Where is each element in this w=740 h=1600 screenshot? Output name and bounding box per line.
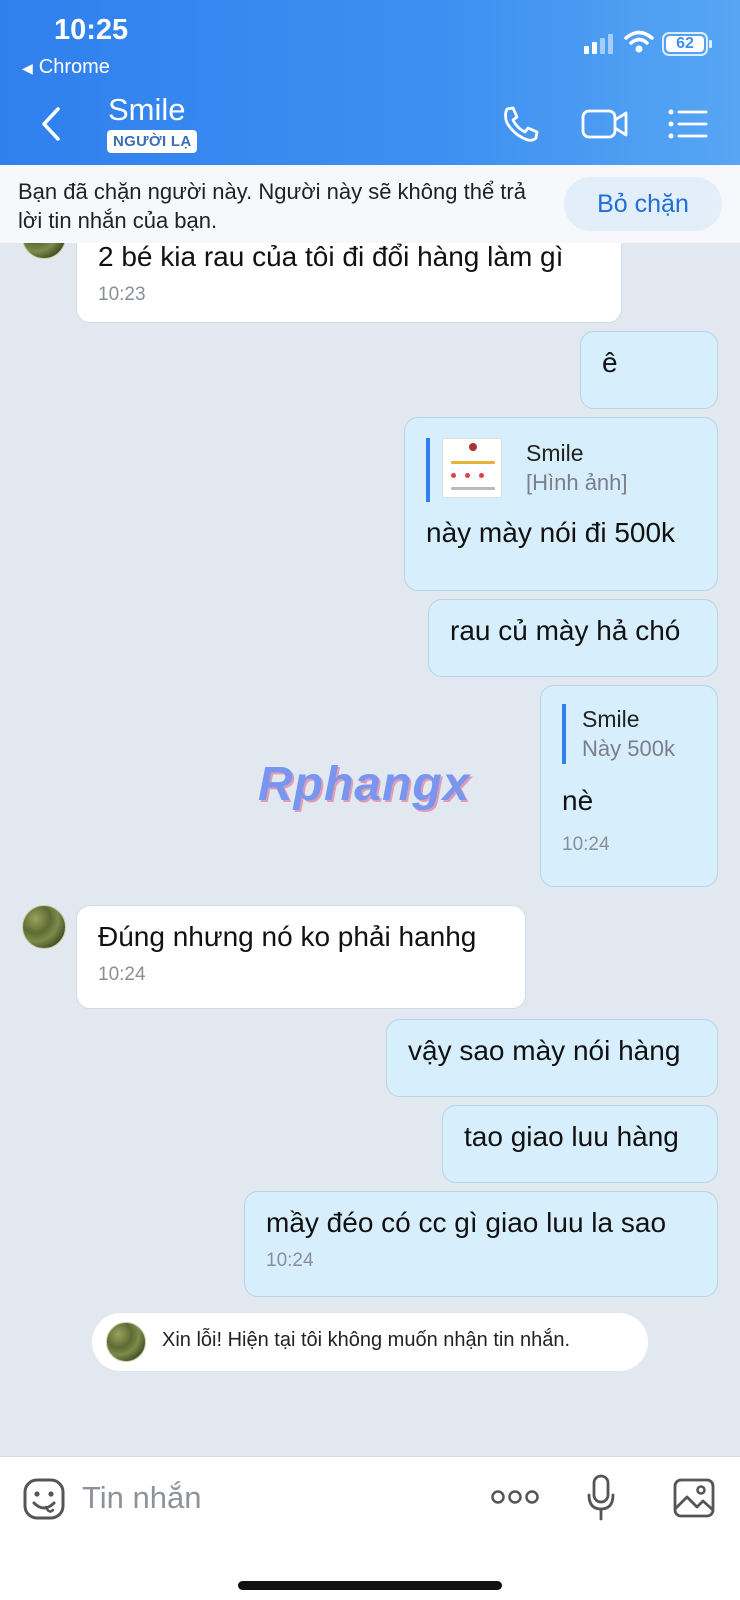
unblock-button[interactable]: Bỏ chặn [564, 177, 722, 231]
contact-avatar[interactable] [22, 243, 66, 259]
quoted-sender: Smile [582, 706, 640, 732]
battery-icon: 62 [662, 32, 712, 56]
message-outgoing[interactable]: mầy đéo có cc gì giao luu la sao 10:24 [244, 1191, 718, 1297]
home-indicator [238, 1581, 502, 1590]
back-to-app-link[interactable]: ◀ Chrome [22, 56, 110, 79]
auto-reply-text: Xin lỗi! Hiện tại tôi không muốn nhận ti… [162, 1329, 571, 1351]
back-icon[interactable] [36, 104, 66, 144]
microphone-icon[interactable] [586, 1473, 616, 1523]
contact-avatar [106, 1322, 146, 1362]
message-outgoing-reply[interactable]: Smile [Hình ảnh] này mày nói đi 500k [404, 417, 718, 591]
message-time: 10:23 [98, 284, 146, 305]
message-text: Đúng nhưng nó ko phải hanhg [98, 921, 477, 952]
message-outgoing[interactable]: vậy sao mày nói hàng [386, 1019, 718, 1097]
message-outgoing[interactable]: tao giao luu hàng [442, 1105, 718, 1183]
battery-level: 62 [666, 36, 704, 52]
back-app-label: Chrome [38, 56, 110, 78]
contact-name[interactable]: Smile [108, 92, 186, 128]
message-incoming[interactable]: Đúng nhưng nó ko phải hanhg 10:24 [76, 905, 526, 1009]
chat-area[interactable]: 2 bé kia rau của tôi đi đổi hàng làm gì … [0, 243, 740, 1456]
quoted-message[interactable]: Smile Này 500k [562, 704, 696, 764]
message-input-bar [0, 1456, 740, 1600]
image-icon[interactable] [672, 1477, 716, 1519]
message-text: ê [602, 347, 618, 378]
status-time: 10:25 [54, 14, 129, 46]
message-time: 10:24 [266, 1250, 314, 1271]
message-incoming[interactable]: 2 bé kia rau của tôi đi đổi hàng làm gì … [76, 243, 622, 323]
quoted-sender: Smile [526, 440, 584, 466]
blocked-notice: Bạn đã chặn người này. Người này sẽ khôn… [18, 179, 526, 233]
message-text: vậy sao mày nói hàng [408, 1035, 681, 1066]
quoted-image-thumbnail [442, 438, 502, 498]
message-time: 10:24 [562, 834, 610, 855]
message-time: 10:24 [98, 964, 146, 985]
stranger-badge: NGƯỜI LẠ [107, 130, 198, 153]
watermark: Rphangx [258, 758, 471, 811]
message-text: nè [562, 785, 594, 816]
message-text: rau củ mày hả chó [450, 615, 681, 646]
quoted-text: [Hình ảnh] [526, 470, 628, 495]
app-header: 10:25 ◀ Chrome 62 Smile NGƯỜI LẠ [0, 0, 740, 165]
blocked-banner: Bạn đã chặn người này. Người này sẽ khôn… [0, 165, 740, 243]
video-icon[interactable] [580, 104, 630, 144]
wifi-icon [624, 30, 654, 53]
message-outgoing-reply[interactable]: Smile Này 500k nè 10:24 [540, 685, 718, 887]
auto-reply-note: Xin lỗi! Hiện tại tôi không muốn nhận ti… [92, 1313, 648, 1371]
message-input[interactable] [82, 1473, 442, 1523]
emoji-icon[interactable] [22, 1477, 66, 1521]
back-triangle-icon: ◀ [22, 60, 33, 76]
more-icon[interactable] [490, 1485, 540, 1509]
message-text: tao giao luu hàng [464, 1121, 679, 1152]
message-outgoing[interactable]: rau củ mày hả chó [428, 599, 718, 677]
message-text: 2 bé kia rau của tôi đi đổi hàng làm gì [98, 243, 564, 272]
contact-avatar[interactable] [22, 905, 66, 949]
menu-list-icon[interactable] [666, 104, 710, 144]
message-text: này mày nói đi 500k [426, 517, 676, 548]
signal-icon [584, 32, 613, 54]
message-text: mầy đéo có cc gì giao luu la sao [266, 1207, 667, 1238]
phone-icon[interactable] [498, 104, 542, 144]
quoted-text: Này 500k [582, 736, 675, 761]
quoted-message[interactable]: Smile [Hình ảnh] [426, 438, 696, 502]
message-outgoing[interactable]: ê [580, 331, 718, 409]
